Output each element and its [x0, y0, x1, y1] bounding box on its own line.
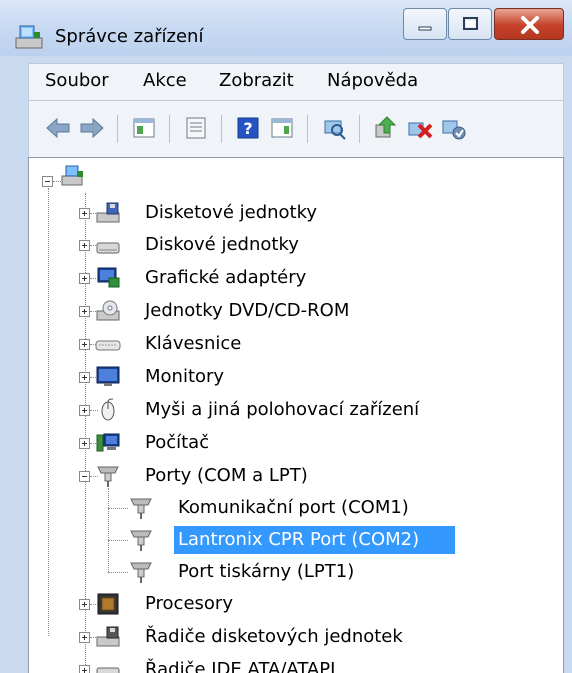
- expand-toggle[interactable]: [79, 632, 90, 643]
- collapse-root-toggle[interactable]: [42, 176, 53, 187]
- menu-action[interactable]: Akce: [143, 70, 187, 91]
- uninstall-icon[interactable]: [407, 115, 433, 141]
- expand-toggle[interactable]: [79, 438, 90, 449]
- minimize-icon: [418, 26, 432, 31]
- tree-line: [48, 188, 49, 636]
- properties-icon[interactable]: [183, 115, 209, 141]
- tree-item-label[interactable]: Počítač: [145, 431, 209, 455]
- tree-item-label[interactable]: Myši a jiná polohovací zařízení: [145, 398, 419, 422]
- menu-help[interactable]: Nápověda: [327, 70, 418, 91]
- update-driver-icon[interactable]: [373, 115, 399, 141]
- minimize-button[interactable]: [403, 8, 447, 40]
- tree-item-label[interactable]: Komunikační port (COM1): [178, 496, 409, 520]
- help-icon[interactable]: ?: [235, 115, 261, 141]
- tree-item-label-selected[interactable]: Lantronix CPR Port (COM2): [178, 528, 419, 552]
- tree-item-label[interactable]: Port tiskárny (LPT1): [178, 560, 354, 584]
- ide-controller-icon[interactable]: [95, 658, 121, 673]
- svg-text:?: ?: [243, 119, 252, 138]
- expand-toggle[interactable]: [79, 405, 90, 416]
- maximize-icon: [463, 17, 478, 30]
- dvd-drive-icon[interactable]: [95, 299, 121, 323]
- tree-line: [108, 488, 109, 572]
- monitor-icon[interactable]: [95, 365, 121, 389]
- expand-toggle[interactable]: [79, 273, 90, 284]
- tree-item-label[interactable]: Grafické adaptéry: [145, 266, 306, 290]
- maximize-button[interactable]: [448, 8, 492, 40]
- tree-item-label[interactable]: Procesory: [145, 592, 233, 616]
- tree-line: [108, 572, 128, 573]
- tree-line: [108, 508, 128, 509]
- expand-toggle[interactable]: [79, 306, 90, 317]
- scan-hardware-icon[interactable]: [321, 115, 347, 141]
- window-title: Správce zařízení: [55, 26, 204, 47]
- menu-view[interactable]: Zobrazit: [219, 70, 294, 91]
- computer-icon[interactable]: [59, 164, 85, 188]
- computer-icon[interactable]: [95, 431, 121, 455]
- close-button[interactable]: [494, 8, 564, 40]
- device-manager-window: Správce zařízení Soubor Akce Zobrazit Ná…: [0, 0, 572, 673]
- device-manager-icon: [15, 25, 43, 49]
- back-arrow-icon[interactable]: [45, 115, 71, 141]
- menu-bar: Soubor Akce Zobrazit Nápověda: [28, 63, 564, 101]
- toolbar-separator: [221, 115, 222, 143]
- title-bar[interactable]: Správce zařízení: [0, 0, 572, 56]
- device-tree: Disketové jednotky Diskové jednotky Graf…: [28, 157, 564, 673]
- tree-item-label[interactable]: Porty (COM a LPT): [145, 464, 308, 488]
- properties-pane-icon[interactable]: [131, 115, 157, 141]
- tree-item-label[interactable]: Monitory: [145, 365, 224, 389]
- floppy-drive-icon[interactable]: [95, 201, 121, 225]
- port-icon[interactable]: [128, 560, 154, 584]
- disk-drive-icon[interactable]: [95, 233, 121, 257]
- forward-arrow-icon[interactable]: [79, 115, 105, 141]
- tree-item-label[interactable]: Řadiče IDE ATA/ATAPI: [145, 658, 335, 673]
- collapse-toggle[interactable]: [79, 471, 90, 482]
- toolbar-separator: [359, 115, 360, 143]
- toolbar-separator: [307, 115, 308, 143]
- display-adapter-icon[interactable]: [95, 266, 121, 290]
- tree-item-label[interactable]: Jednotky DVD/CD-ROM: [145, 299, 349, 323]
- port-icon[interactable]: [95, 464, 121, 488]
- expand-toggle[interactable]: [79, 599, 90, 610]
- expand-toggle[interactable]: [79, 208, 90, 219]
- mouse-icon[interactable]: [95, 398, 121, 422]
- expand-toggle[interactable]: [79, 339, 90, 350]
- tree-line: [108, 540, 128, 541]
- floppy-controller-icon[interactable]: [95, 625, 121, 649]
- tree-item-label[interactable]: Disketové jednotky: [145, 201, 317, 225]
- expand-toggle[interactable]: [79, 240, 90, 251]
- keyboard-icon[interactable]: [95, 332, 121, 356]
- menu-file[interactable]: Soubor: [45, 70, 109, 91]
- action-pane-icon[interactable]: [269, 115, 295, 141]
- expand-toggle[interactable]: [79, 372, 90, 383]
- tree-item-label[interactable]: Diskové jednotky: [145, 233, 299, 257]
- toolbar-separator: [117, 115, 118, 143]
- toolbar: ?: [28, 101, 564, 157]
- port-icon[interactable]: [128, 496, 154, 520]
- close-icon: [521, 16, 539, 34]
- tree-item-label[interactable]: Řadiče disketových jednotek: [145, 625, 403, 649]
- processor-icon[interactable]: [95, 592, 121, 616]
- tree-item-label[interactable]: Klávesnice: [145, 332, 241, 356]
- enable-device-icon[interactable]: [441, 115, 467, 141]
- toolbar-separator: [169, 115, 170, 143]
- expand-toggle[interactable]: [79, 665, 90, 673]
- port-icon[interactable]: [128, 528, 154, 552]
